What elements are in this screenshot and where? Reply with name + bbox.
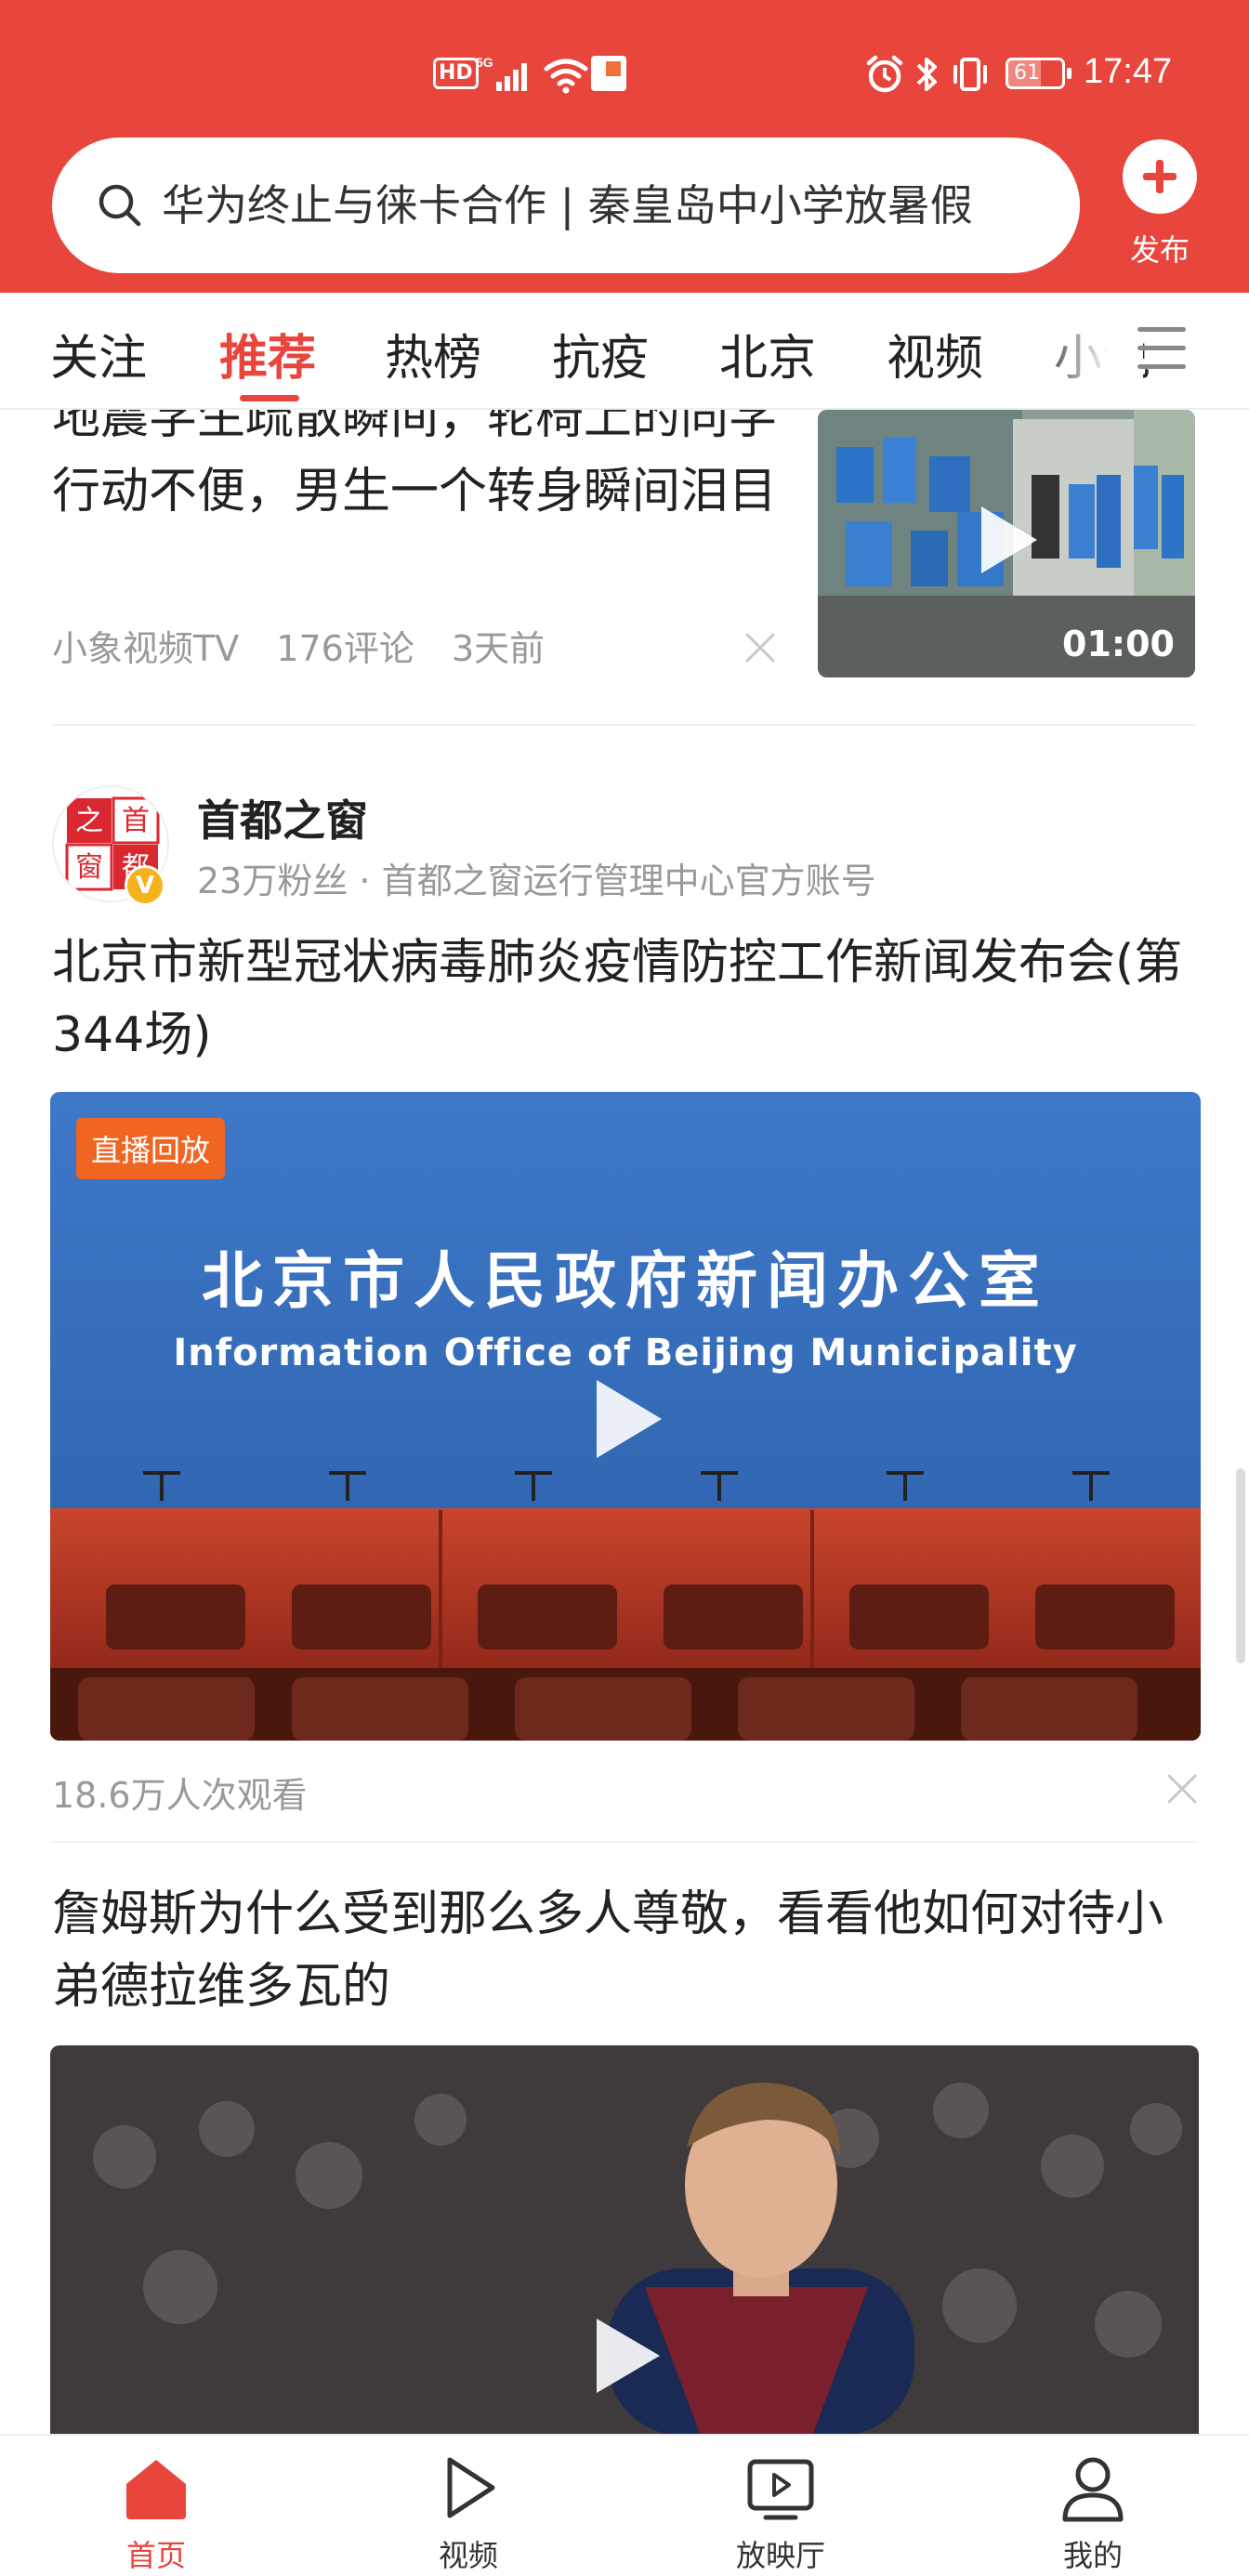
alarm-icon — [866, 55, 903, 93]
video-player[interactable] — [50, 2045, 1199, 2434]
publish-label: 发布 — [1129, 232, 1190, 268]
publish-button[interactable]: 发布 — [1115, 139, 1204, 269]
battery-level: 61 — [1014, 61, 1040, 85]
news-feed: 地震学生疏散瞬间，轮椅上的同学行动不便，男生一个转身瞬间泪目 小象视频TV 17… — [0, 410, 1249, 2434]
network-type-label: 5G — [476, 55, 493, 70]
search-hint-text: 华为终止与徕卡合作 | 秦皇岛中小学放暑假 — [162, 180, 973, 230]
close-icon[interactable] — [1165, 1772, 1199, 1806]
news-item[interactable]: 地震学生疏散瞬间，轮椅上的同学行动不便，男生一个转身瞬间泪目 小象视频TV 17… — [0, 410, 1249, 726]
vibrate-icon — [953, 58, 987, 91]
play-icon — [447, 2457, 495, 2518]
nav-theater[interactable]: 放映厅 — [688, 2452, 874, 2575]
battery-indicator: 61 — [1006, 58, 1072, 89]
publish-time: 3天前 — [451, 628, 546, 669]
bottom-navigation: 首页 视频 放映厅 我的 — [0, 2434, 1249, 2576]
clock: 17:47 — [1084, 52, 1173, 91]
replay-badge: 直播回放 — [76, 1118, 226, 1179]
nav-video[interactable]: 视频 — [375, 2452, 561, 2575]
close-icon[interactable] — [743, 631, 777, 664]
comment-count: 176评论 — [276, 628, 414, 669]
bluetooth-icon — [916, 58, 937, 91]
video-thumbnail[interactable]: 01:00 — [818, 410, 1195, 677]
nav-theater-label: 放映厅 — [735, 2538, 825, 2573]
video-post[interactable]: 詹姆斯为什么受到那么多人尊敬，看看他如何对待小弟德拉维多瓦的 — [0, 1878, 1249, 2434]
banner-title-cn: 北京市人民政府新闻办公室 — [202, 1245, 1049, 1317]
play-icon[interactable] — [589, 2315, 664, 2397]
tv-icon — [747, 2459, 814, 2520]
scrollbar[interactable] — [1236, 1468, 1245, 1663]
play-icon — [981, 506, 1037, 573]
cellular-signal-icon: 5G — [476, 55, 527, 91]
author-name[interactable]: 首都之窗 — [197, 787, 368, 848]
active-tab-indicator — [240, 395, 299, 401]
tab-recommend[interactable]: 推荐 — [219, 319, 316, 388]
post-title: 北京市新型冠状病毒肺炎疫情防控工作新闻发布会(第344场) — [52, 935, 1183, 1063]
nav-profile[interactable]: 我的 — [1000, 2452, 1186, 2575]
channel-tab-bar: 关注 推荐 热榜 抗疫 北京 视频 小说 — [0, 293, 1249, 410]
home-icon — [126, 2460, 186, 2519]
user-icon — [1062, 2457, 1124, 2522]
video-post[interactable]: 之 首 窗 都 V 首都之窗 23万粉丝 · 首都之窗运行管理中心官方账号 北京… — [0, 754, 1249, 1843]
tab-anti-epidemic[interactable]: 抗疫 — [552, 319, 649, 388]
wifi-icon — [544, 59, 588, 94]
view-count: 18.6万人次观看 — [52, 1775, 308, 1816]
nav-home-label: 首页 — [125, 2538, 186, 2573]
plus-icon — [1123, 139, 1197, 214]
video-duration: 01:00 — [1062, 624, 1175, 664]
nav-home[interactable]: 首页 — [63, 2452, 249, 2575]
app-header: HD 5G 61 17:47 华为终止与徕卡合作 | 秦皇岛中小学放暑假 发布 — [0, 0, 1249, 293]
post-title: 詹姆斯为什么受到那么多人尊敬，看看他如何对待小弟德拉维多瓦的 — [52, 1886, 1164, 2015]
verified-badge: V — [125, 865, 165, 906]
news-meta: 小象视频TV 176评论 3天前 — [52, 620, 571, 671]
search-icon — [99, 184, 141, 227]
news-title: 地震学生疏散瞬间，轮椅上的同学行动不便，男生一个转身瞬间泪目 — [52, 410, 778, 519]
channel-menu-icon[interactable] — [1137, 327, 1186, 374]
svg-text:之: 之 — [75, 805, 103, 837]
news-source: 小象视频TV — [52, 628, 240, 669]
tab-hot-list[interactable]: 热榜 — [385, 319, 481, 388]
nav-profile-label: 我的 — [1062, 2538, 1123, 2573]
tab-follow[interactable]: 关注 — [50, 319, 147, 388]
notification-app-icon — [591, 56, 626, 91]
nav-video-label: 视频 — [438, 2538, 498, 2573]
banner-title-en: Information Office of Beijing Municipali… — [173, 1332, 1078, 1374]
tab-beijing[interactable]: 北京 — [719, 319, 816, 388]
author-description: 23万粉丝 · 首都之窗运行管理中心官方账号 — [197, 861, 876, 901]
svg-text:首: 首 — [122, 805, 150, 837]
search-bar[interactable]: 华为终止与徕卡合作 | 秦皇岛中小学放暑假 — [52, 138, 1080, 273]
svg-text:窗: 窗 — [75, 851, 103, 884]
status-bar: HD 5G 61 17:47 — [0, 37, 1249, 112]
tab-video[interactable]: 视频 — [887, 319, 983, 388]
play-icon[interactable] — [587, 1374, 667, 1464]
video-player[interactable]: 直播回放 北京市人民政府新闻办公室 Information Office of … — [50, 1092, 1201, 1741]
hd-indicator: HD — [433, 58, 479, 89]
